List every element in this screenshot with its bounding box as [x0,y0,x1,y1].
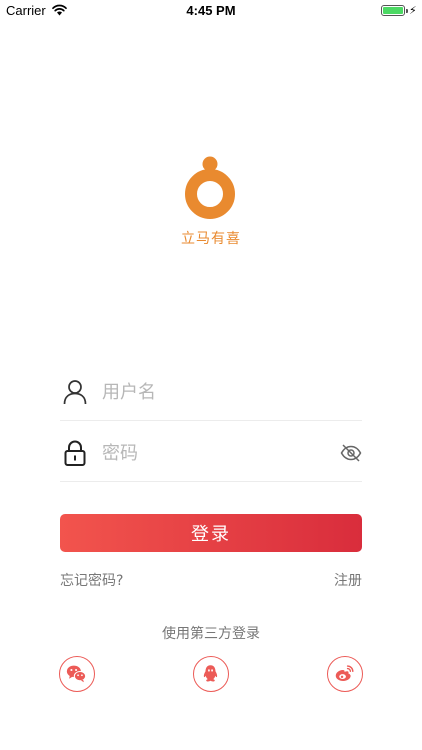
weibo-icon [335,665,354,681]
username-input[interactable] [102,375,322,409]
forgot-password-link[interactable]: 忘记密码? [60,570,123,590]
login-button[interactable]: 登录 [60,514,362,552]
status-time: 4:45 PM [186,3,236,18]
wechat-icon [66,665,87,683]
eye-off-icon[interactable] [340,443,362,463]
user-icon [63,380,87,405]
username-field [60,363,362,421]
charging-icon: ⚡ [409,4,417,17]
password-input[interactable] [102,436,322,470]
qq-login-button[interactable] [193,656,229,692]
weibo-login-button[interactable] [327,656,363,692]
wechat-login-button[interactable] [59,656,95,692]
app-name: 立马有喜 [181,231,241,247]
battery-full-icon [381,5,408,16]
qq-icon [203,665,218,682]
status-bar: Carrier 4:45 PM ⚡ [0,0,422,22]
third-party-login-title: 使用第三方登录 [162,626,260,642]
register-link[interactable]: 注册 [334,570,362,590]
lock-icon [64,440,86,466]
app-logo-icon [185,156,235,219]
password-field [60,424,362,482]
